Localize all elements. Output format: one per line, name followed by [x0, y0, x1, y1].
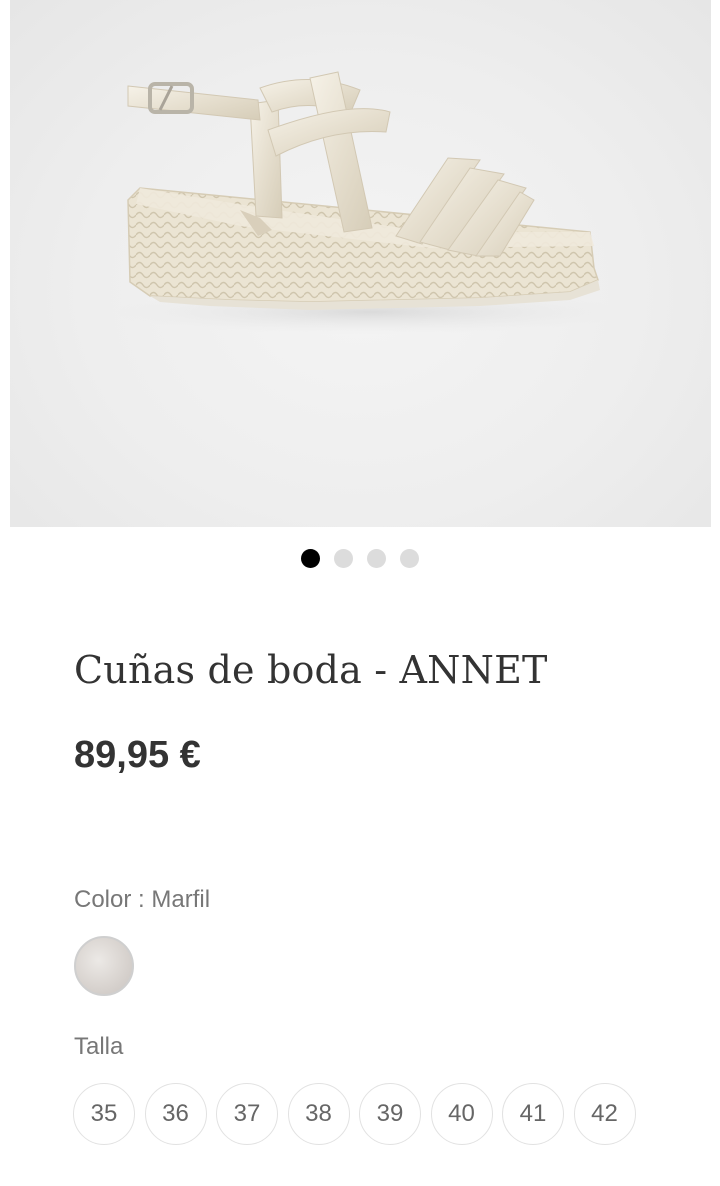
size-option-36[interactable]: 36	[144, 1083, 207, 1145]
product-page: Cuñas de boda - ANNET 89,95 € Color : Ma…	[0, 0, 720, 1186]
color-label: Color : Marfil	[74, 886, 211, 913]
product-title: Cuñas de boda - ANNET	[74, 648, 548, 692]
size-option-35[interactable]: 35	[73, 1083, 135, 1145]
size-selector: 35 36 37 38 39 40 41 42	[73, 1083, 636, 1145]
gallery-dot-4[interactable]	[400, 548, 419, 568]
size-option-39[interactable]: 39	[359, 1083, 421, 1145]
gallery-dot-3[interactable]	[367, 548, 386, 568]
gallery-dot-2[interactable]	[334, 548, 353, 568]
size-option-42[interactable]: 42	[573, 1083, 636, 1145]
size-option-40[interactable]: 40	[430, 1083, 493, 1145]
gallery-dot-1[interactable]	[301, 548, 320, 568]
color-swatch-marfil[interactable]	[74, 936, 134, 996]
gallery-pagination	[0, 548, 720, 568]
size-option-41[interactable]: 41	[502, 1083, 564, 1145]
product-price: 89,95 €	[74, 734, 201, 776]
size-option-37[interactable]: 37	[216, 1083, 278, 1145]
product-image[interactable]	[10, 0, 711, 527]
size-label: Talla	[74, 1033, 124, 1060]
espadrille-wedge-sandal-image	[110, 71, 630, 334]
size-option-38[interactable]: 38	[287, 1083, 350, 1145]
